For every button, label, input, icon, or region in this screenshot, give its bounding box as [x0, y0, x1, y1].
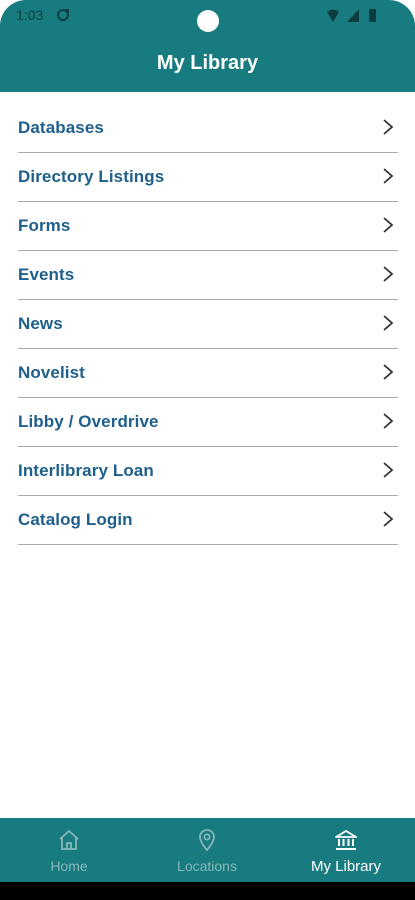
- chevron-right-icon: [383, 168, 394, 184]
- nav-label: Locations: [177, 858, 237, 874]
- menu-item-label: Forms: [18, 216, 71, 235]
- signal-icon: [347, 9, 359, 22]
- status-time: 1:03: [16, 7, 44, 23]
- chevron-right-icon: [383, 315, 394, 331]
- chevron-right-icon: [383, 217, 394, 233]
- status-bar: 1:03: [0, 0, 415, 32]
- menu-item-libby-overdrive[interactable]: Libby / Overdrive: [18, 398, 398, 447]
- menu-item-label: Databases: [18, 118, 104, 137]
- home-icon: [59, 830, 79, 850]
- nav-tab-locations[interactable]: Locations: [138, 818, 276, 882]
- nav-tab-home[interactable]: Home: [0, 818, 138, 882]
- menu-item-databases[interactable]: Databases: [18, 104, 398, 153]
- chevron-right-icon: [383, 413, 394, 429]
- menu-item-novelist[interactable]: Novelist: [18, 349, 398, 398]
- nav-label: My Library: [310, 858, 381, 875]
- menu-list: Databases Directory Listings Forms Event…: [18, 104, 398, 545]
- menu-item-news[interactable]: News: [18, 300, 398, 349]
- menu-item-label: News: [18, 314, 63, 333]
- menu-item-catalog-login[interactable]: Catalog Login: [18, 496, 398, 545]
- menu-item-label: Novelist: [18, 363, 85, 382]
- menu-item-interlibrary-loan[interactable]: Interlibrary Loan: [18, 447, 398, 496]
- nav-label: Home: [50, 858, 88, 874]
- menu-item-events[interactable]: Events: [18, 251, 398, 300]
- menu-item-forms[interactable]: Forms: [18, 202, 398, 251]
- menu-item-label: Events: [18, 265, 75, 284]
- status-icons: [327, 9, 376, 22]
- menu-item-label: Catalog Login: [18, 510, 133, 529]
- sync-icon: [57, 9, 69, 21]
- wifi-icon: [327, 9, 339, 22]
- library-building-icon: [335, 830, 357, 850]
- chevron-right-icon: [383, 266, 394, 282]
- nav-tab-my-library[interactable]: My Library: [277, 818, 415, 882]
- app-header: 1:03 My Library: [0, 0, 415, 92]
- bottom-navigation: Home Locations My Library: [0, 818, 415, 882]
- menu-item-label: Interlibrary Loan: [18, 461, 154, 480]
- battery-icon: [369, 9, 376, 22]
- menu-item-directory-listings[interactable]: Directory Listings: [18, 153, 398, 202]
- location-pin-icon: [199, 829, 215, 852]
- chevron-right-icon: [383, 462, 394, 478]
- menu-item-label: Libby / Overdrive: [18, 412, 159, 431]
- page-title: My Library: [156, 52, 259, 74]
- chevron-right-icon: [383, 119, 394, 135]
- chevron-right-icon: [383, 364, 394, 380]
- system-gesture-bar: [0, 882, 415, 900]
- chevron-right-icon: [383, 511, 394, 527]
- menu-item-label: Directory Listings: [18, 167, 165, 186]
- camera-cutout: [197, 10, 219, 32]
